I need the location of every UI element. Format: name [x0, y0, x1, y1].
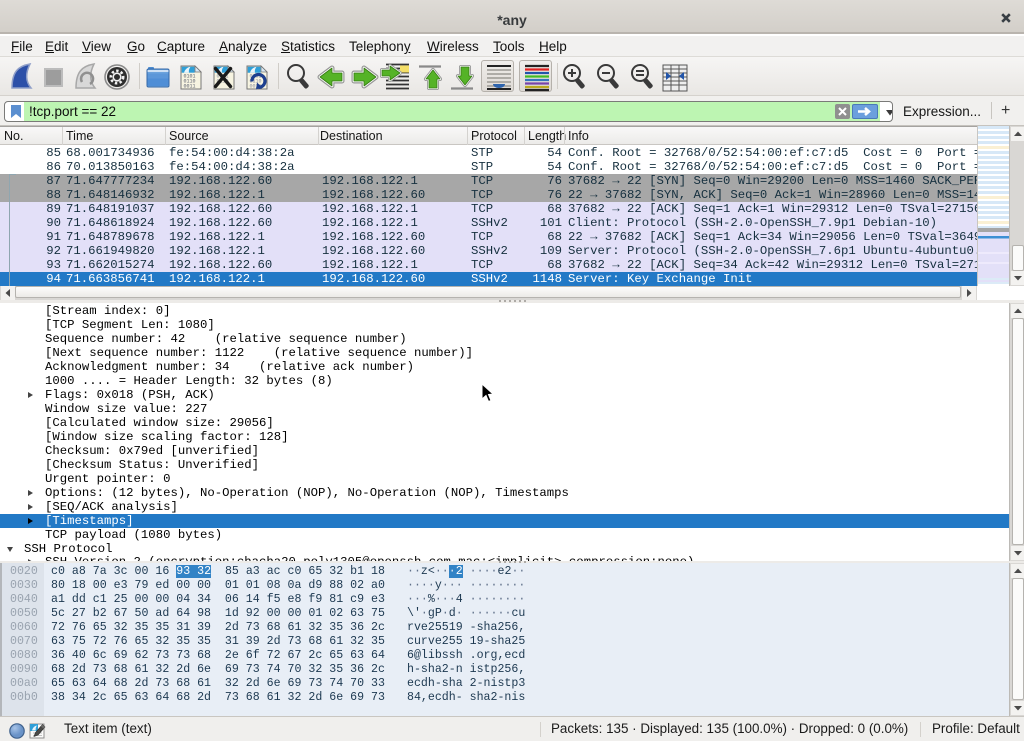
svg-text:0011: 0011	[184, 84, 196, 90]
